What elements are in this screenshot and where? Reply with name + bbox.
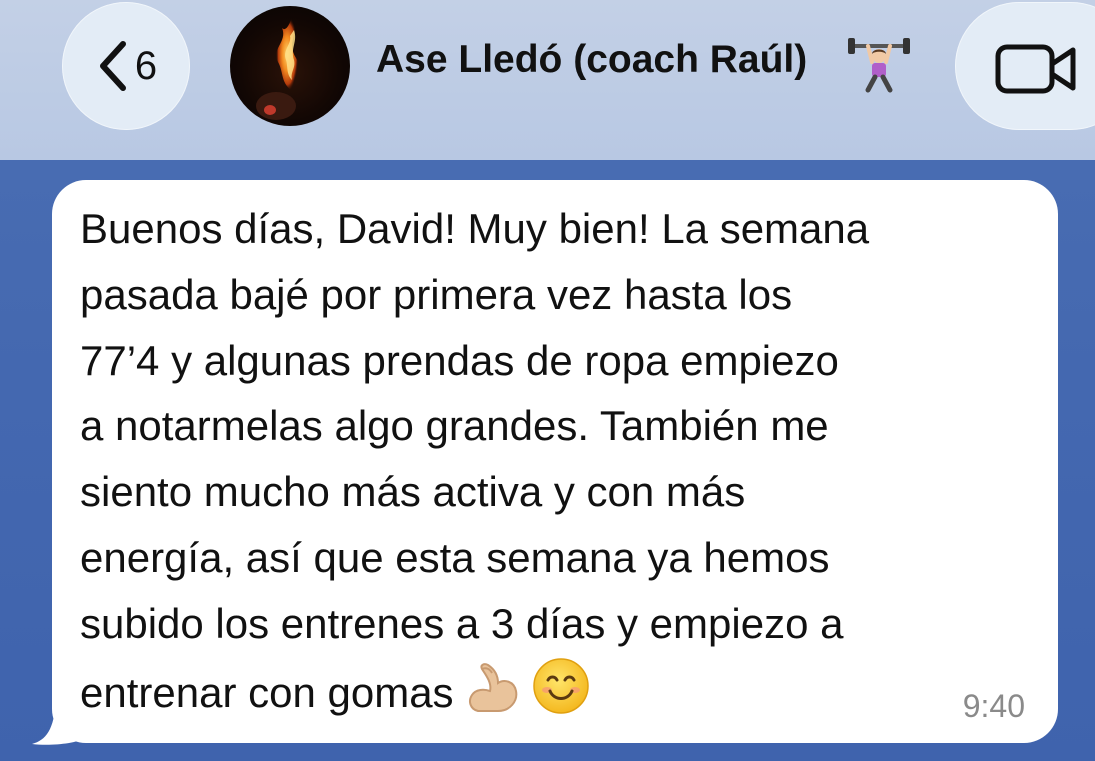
chat-header: 6 Ase Lledó (coach Raúl): [0, 0, 1095, 160]
message-line: a notarmelas algo grandes. También me: [80, 402, 829, 450]
smiling-face-emoji: [532, 657, 590, 734]
chevron-left-icon: [95, 38, 129, 94]
message-line-last: entrenar con gomas: [80, 657, 1040, 723]
message-line: 77’4 y algunas prendas de ropa empiezo: [80, 336, 839, 384]
message-line: entrenar con gomas: [80, 668, 454, 716]
avatar-image: [256, 16, 299, 120]
message-line: siento mucho más activa y con más: [80, 468, 746, 516]
avatar[interactable]: [230, 6, 350, 126]
back-button[interactable]: 6: [62, 2, 190, 130]
message-line: Buenos días, David! Muy bien! La semana: [80, 205, 870, 252]
message-line: subido los entrenes a 3 días y empiezo a: [80, 599, 844, 647]
message-line: energía, así que esta semana ya hemos: [80, 533, 830, 581]
message-line: pasada bajé por primera vez hasta los: [80, 270, 793, 318]
video-call-button[interactable]: [955, 2, 1095, 130]
flexed-biceps-emoji: [464, 661, 522, 734]
contact-name[interactable]: Ase Lledó (coach Raúl): [376, 38, 807, 82]
message-text: Buenos días, David! Muy bien! La semana …: [80, 196, 1040, 722]
weight-lifter-emoji: [846, 34, 912, 94]
message-timestamp: 9:40: [962, 688, 1025, 724]
unread-count: 6: [134, 43, 158, 88]
